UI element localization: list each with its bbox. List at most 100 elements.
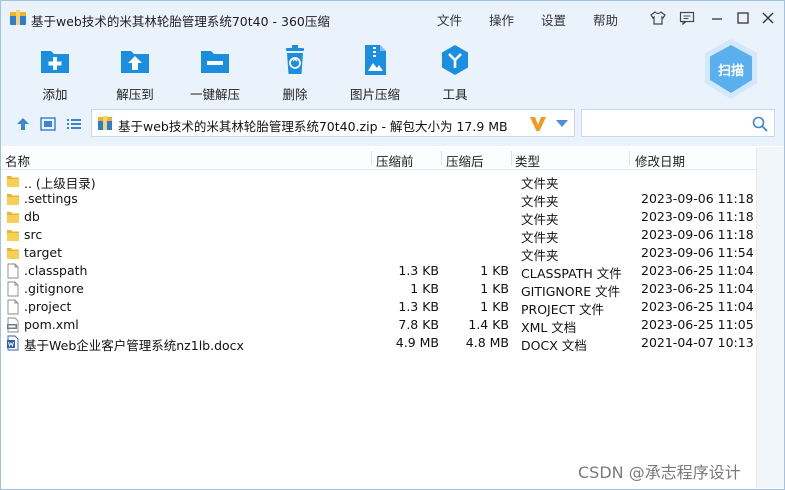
folder-icon [6,173,20,189]
scan-button[interactable]: 扫描 [703,37,759,101]
file-compressed-size: 1 KB [480,299,509,314]
vertical-scrollbar[interactable] [756,147,784,488]
column-divider[interactable] [511,151,512,165]
file-modified: 2023-09-06 11:18 [641,191,754,206]
file-modified: 2023-06-25 11:05 [641,317,754,332]
app-window: 基于web技术的米其林轮胎管理系统70t40 - 360压缩 文件 操作 设置 … [0,0,785,490]
folder-icon [6,227,20,243]
file-modified: 2023-06-25 11:04 [641,299,754,314]
file-row[interactable]: .project 1.3 KB 1 KB PROJECT 文件 2023-06-25 1… [1,298,756,317]
file-row[interactable]: pom.xml 7.8 KB 1.4 KB XML 文档 2023-06-25 11:0… [1,316,756,335]
list-view-icon[interactable] [65,115,83,133]
up-arrow-icon[interactable] [14,115,32,133]
file-compressed-size: 1.4 KB [468,317,509,332]
image-compress-icon [365,45,386,75]
window-title: 基于web技术的米其林轮胎管理系统70t40 - 360压缩 [31,14,330,29]
file-row[interactable]: .classpath 1.3 KB 1 KB CLASSPATH 文件 2023-06-… [1,262,756,281]
menu-operation[interactable]: 操作 [489,10,514,29]
column-compressed[interactable]: 压缩后 [446,151,484,170]
file-row[interactable]: db 文件夹 2023-09-06 11:18 [1,208,756,227]
thumbnail-view-icon[interactable] [39,115,57,133]
menu-settings[interactable]: 设置 [541,10,566,29]
file-modified: 2023-09-06 11:54 [641,245,754,260]
file-compressed-size: 4.8 MB [465,335,509,350]
column-packed[interactable]: 压缩前 [376,151,414,170]
file-modified: 2023-09-06 11:18 [641,209,754,224]
tools-button[interactable]: 工具 [420,43,490,102]
column-name[interactable]: 名称 [5,151,30,170]
search-icon[interactable] [752,116,768,132]
image-compress-label: 图片压缩 [349,87,400,102]
v-logo-icon[interactable] [528,114,548,134]
file-name: 基于Web企业客户管理系统nz1lb.docx [24,338,244,353]
column-modified[interactable]: 修改日期 [635,151,685,170]
file-row[interactable]: .. (上级目录) 文件夹 [1,172,756,191]
one-click-extract-icon [201,51,229,73]
file-name: .gitignore [24,281,84,296]
file-icon [6,263,20,279]
menu-file[interactable]: 文件 [437,10,462,29]
file-name: .project [24,299,72,314]
file-compressed-size: 1 KB [480,263,509,278]
column-divider[interactable] [371,151,372,165]
file-name: target [24,245,63,260]
column-divider[interactable] [441,151,442,165]
file-type: DOCX 文档 [521,338,587,353]
file-modified: 2023-06-25 11:04 [641,281,754,296]
search-input[interactable] [586,113,750,135]
file-row[interactable]: 基于Web企业客户管理系统nz1lb.docx 4.9 MB 4.8 MB DOCX … [1,334,756,353]
file-packed-size: 1.3 KB [398,263,439,278]
file-name: .settings [24,191,78,206]
address-bar[interactable]: 基于web技术的米其林轮胎管理系统70t40.zip - 解包大小为 17.9 … [91,109,575,137]
file-icon [6,299,20,315]
one-click-extract-button[interactable]: 一键解压 [180,43,250,102]
file-packed-size: 7.8 KB [398,317,439,332]
docx-file-icon [6,335,20,351]
file-icon [6,281,20,297]
image-compress-button[interactable]: 图片压缩 [340,43,410,102]
folder-icon [6,245,20,261]
close-icon[interactable] [759,9,777,27]
tools-label: 工具 [442,87,468,102]
watermark: CSDN @承志程序设计 [578,463,741,482]
add-button[interactable]: 添加 [20,43,90,102]
chevron-down-icon[interactable] [556,120,568,128]
file-row[interactable]: .gitignore 1 KB 1 KB GITIGNORE 文件 2023-06-25… [1,280,756,299]
extract-to-label: 解压到 [116,87,154,102]
column-divider[interactable] [629,151,630,165]
feedback-icon[interactable] [678,9,696,27]
archive-path: 基于web技术的米其林轮胎管理系统70t40.zip - 解包大小为 17.9 … [118,119,508,134]
file-row[interactable]: .settings 文件夹 2023-09-06 11:18 [1,190,756,209]
extract-to-button[interactable]: 解压到 [100,43,170,102]
file-row[interactable]: target 文件夹 2023-09-06 11:54 [1,244,756,263]
file-list: .. (上级目录) 文件夹 .settings 文件夹 2023-09-06 11:1… [1,172,756,353]
column-type[interactable]: 类型 [515,151,540,170]
zip-archive-icon [98,116,112,130]
maximize-icon[interactable] [734,9,752,27]
menu-help[interactable]: 帮助 [593,10,618,29]
delete-button[interactable]: 删除 [260,43,330,102]
file-name: db [24,209,40,224]
xml-file-icon [6,317,20,333]
add-label: 添加 [42,87,68,102]
add-icon [41,51,69,73]
one-click-extract-label: 一键解压 [189,87,240,102]
tools-icon [442,45,468,75]
folder-icon [6,191,20,207]
title-bar: 基于web技术的米其林轮胎管理系统70t40 - 360压缩 文件 操作 设置 … [1,1,784,35]
delete-label: 删除 [282,87,308,102]
folder-icon [6,209,20,225]
file-row[interactable]: src 文件夹 2023-09-06 11:18 [1,226,756,245]
extract-to-icon [121,51,149,73]
file-modified: 2023-09-06 11:18 [641,227,754,242]
file-packed-size: 1 KB [410,281,439,296]
file-modified: 2021-04-07 10:13 [641,335,754,350]
skin-icon[interactable] [649,9,667,27]
file-name: src [24,227,43,242]
scan-label: 扫描 [717,64,744,79]
file-name: pom.xml [24,317,79,332]
column-header: 名称 压缩前 压缩后 类型 修改日期 [1,147,784,170]
file-modified: 2023-06-25 11:04 [641,263,754,278]
minimize-icon[interactable] [708,9,726,27]
file-compressed-size: 1 KB [480,281,509,296]
